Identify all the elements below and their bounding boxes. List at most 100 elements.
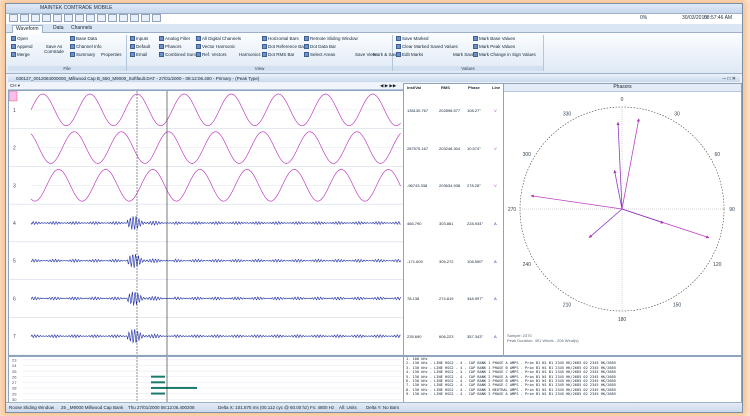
digital-channel-label: 23 bbox=[12, 358, 17, 363]
phasor-angle-label: 210 bbox=[563, 302, 572, 308]
clear-marked-button[interactable]: Clear Marked Saved Values bbox=[396, 44, 458, 50]
digital-channel-label: 26 bbox=[12, 374, 17, 379]
save-icon[interactable] bbox=[20, 14, 29, 22]
summary-button[interactable]: Summary bbox=[70, 52, 95, 58]
table-cell-inst: 78.138 bbox=[407, 296, 420, 302]
phasor-angle-label: 120 bbox=[713, 262, 722, 268]
edit-marks-button[interactable]: Edit Marks bbox=[396, 52, 423, 58]
default-button[interactable]: Default bbox=[130, 44, 150, 50]
status-delta-x: Delta X: 101.875 ms (00.112 cyc @ 60.00 … bbox=[218, 405, 335, 410]
table-cell-phase: 357.343° bbox=[467, 334, 484, 340]
channel-selector[interactable]: CH ▾ bbox=[10, 83, 20, 89]
ref-vectors-button[interactable]: Ref. Vectors bbox=[196, 52, 227, 58]
progress-percent: 0% bbox=[640, 15, 648, 21]
settings-icon[interactable] bbox=[141, 14, 150, 22]
all-digital-channels-button[interactable]: All Digital Channels bbox=[196, 36, 241, 42]
phasor-diagram[interactable]: 0 30 60 90 120 150 180 210 240 270 300 330 bbox=[504, 91, 741, 355]
table-cell-rms: 305.272 bbox=[439, 258, 454, 264]
cursor-icon[interactable] bbox=[108, 14, 117, 22]
phasors-button[interactable]: Phasors bbox=[159, 44, 182, 50]
digital-channel-label: 27 bbox=[12, 380, 17, 385]
marker-icon[interactable] bbox=[119, 14, 128, 22]
table-cell-unit: V bbox=[494, 183, 497, 189]
help-icon[interactable] bbox=[152, 14, 161, 22]
status-time: Thu 27/01/2000 08:12:06.400208 bbox=[128, 405, 195, 410]
channel-label: 6 bbox=[13, 296, 16, 302]
col-header-inst: Inst/Val bbox=[407, 85, 422, 90]
dot-reference-bar-button[interactable]: Dot Reference Bar bbox=[262, 44, 305, 50]
ribbon-group-file: Open Append Merge Save As Comtrade Base … bbox=[8, 35, 127, 71]
channel-value-table: Inst/Val RMS Phase Line 136130.767 202898… bbox=[403, 83, 504, 356]
table-cell-phase: 108.27° bbox=[467, 107, 481, 113]
scroll-arrows[interactable]: ◀ ▶ ▶▶ bbox=[380, 83, 396, 89]
ribbon-group-values: Save Marked Clear Marked Saved Values Ed… bbox=[393, 35, 544, 71]
open-button[interactable]: Open bbox=[11, 36, 28, 42]
window-controls[interactable]: ─ □ ✕ bbox=[722, 76, 736, 83]
vector-harmonic-button[interactable]: Vector Harmonic bbox=[196, 44, 235, 50]
channel-label: 5 bbox=[13, 259, 16, 265]
inputs-button[interactable]: Inputs bbox=[130, 36, 148, 42]
harmonics-button[interactable]: Harmonics bbox=[239, 52, 261, 57]
channel-info-button[interactable]: Channel Info bbox=[70, 44, 102, 50]
table-cell-phase: 278.28° bbox=[467, 183, 481, 189]
undo-icon[interactable] bbox=[42, 14, 51, 22]
status-window: Roose Sliding Window bbox=[9, 405, 55, 410]
tab-channels[interactable]: Channels bbox=[68, 25, 95, 32]
digital-active-bar bbox=[151, 375, 165, 378]
save-marked-button[interactable]: Save Marked bbox=[396, 36, 429, 42]
save-as-comtrade-button[interactable]: Save As Comtrade bbox=[43, 44, 65, 54]
phasor-duration: Peak Duration: 491 Winds - 206 Wind(s) bbox=[507, 338, 579, 343]
measure-icon[interactable] bbox=[130, 14, 139, 22]
phasor-vector bbox=[588, 208, 623, 238]
horizontal-bars-button[interactable]: Horizontal Bars bbox=[262, 36, 299, 42]
digital-channel-label: 25 bbox=[12, 369, 17, 374]
digital-channels-plot[interactable]: 2324252627282930 bbox=[8, 356, 404, 403]
print-icon[interactable] bbox=[31, 14, 40, 22]
select-areas-button[interactable]: Select Areas bbox=[304, 52, 335, 58]
table-cell-unit: A bbox=[494, 296, 497, 302]
mark-base-values-button[interactable]: Mark Base Values bbox=[473, 36, 515, 42]
email-button[interactable]: Email bbox=[130, 52, 147, 58]
mark-peak-values-button[interactable]: Mark Peak Values bbox=[473, 44, 515, 50]
table-cell-phase: 228.934° bbox=[467, 221, 484, 226]
tab-waveform[interactable]: Waveform bbox=[12, 25, 43, 33]
table-cell-phase: 348.997° bbox=[467, 296, 484, 302]
status-delta-y: Delta Y: No Bars bbox=[366, 405, 400, 410]
app-window: MAINTEK COMTRADE MOBILE 0% 30/03/2015 08… bbox=[5, 3, 743, 413]
col-header-rms: RMS bbox=[441, 85, 450, 90]
zoom-in-icon[interactable] bbox=[64, 14, 73, 22]
mark-save-values-button[interactable]: Mark Save bbox=[453, 52, 475, 57]
append-button[interactable]: Append bbox=[11, 44, 33, 50]
dot-rms-bar-button[interactable]: Dot RMS Bar bbox=[262, 52, 295, 58]
phasor-angle-label: 0 bbox=[621, 97, 624, 103]
phasor-angle-label: 60 bbox=[714, 152, 720, 158]
mark-change-sign-button[interactable]: Mark Change in Sign Values bbox=[473, 52, 536, 58]
ribbon-group-label: Values bbox=[393, 66, 543, 71]
properties-button[interactable]: Properties bbox=[101, 52, 122, 57]
table-cell-rms: 203248.304 bbox=[439, 145, 461, 151]
phasor-panel: Phasors 0 30 60 90 120 150 180 210 240 270 300 330 … bbox=[503, 83, 742, 356]
zoom-out-icon[interactable] bbox=[75, 14, 84, 22]
pan-icon[interactable] bbox=[97, 14, 106, 22]
open-icon[interactable] bbox=[9, 14, 18, 22]
col-header-line: Line bbox=[492, 85, 501, 90]
current-trace bbox=[30, 291, 401, 306]
combined-sum-button[interactable]: Combined Sum bbox=[159, 52, 196, 58]
base-data-button[interactable]: Base Data bbox=[70, 36, 97, 42]
grid-icon[interactable] bbox=[86, 14, 95, 22]
channel-label: 4 bbox=[13, 221, 16, 227]
redo-icon[interactable] bbox=[53, 14, 62, 22]
analog-filter-button[interactable]: Analog Filter bbox=[159, 36, 190, 42]
table-cell-unit: A bbox=[494, 334, 497, 340]
remote-sliding-window-button[interactable]: Remote Sliding Window bbox=[304, 36, 358, 42]
tab-data[interactable]: Data bbox=[50, 25, 67, 32]
dot-data-bar-button[interactable]: Dot Data Bar bbox=[304, 44, 336, 50]
merge-button[interactable]: Merge bbox=[11, 52, 30, 58]
table-cell-phase: 10.574° bbox=[467, 145, 481, 151]
digital-channel-label: 29 bbox=[12, 391, 17, 396]
waveform-plot[interactable]: 1 2 3 4 5 6 7 bbox=[8, 90, 404, 356]
table-cell-unit: V bbox=[494, 107, 497, 113]
ribbon: Open Append Merge Save As Comtrade Base … bbox=[6, 33, 742, 74]
list-item[interactable]: 9. 130 kHz - LINE HSG2 - 4 - CAP BANK 3 … bbox=[404, 392, 741, 396]
status-file: 25 _M9000 Millwood Cap Bank bbox=[61, 405, 124, 410]
